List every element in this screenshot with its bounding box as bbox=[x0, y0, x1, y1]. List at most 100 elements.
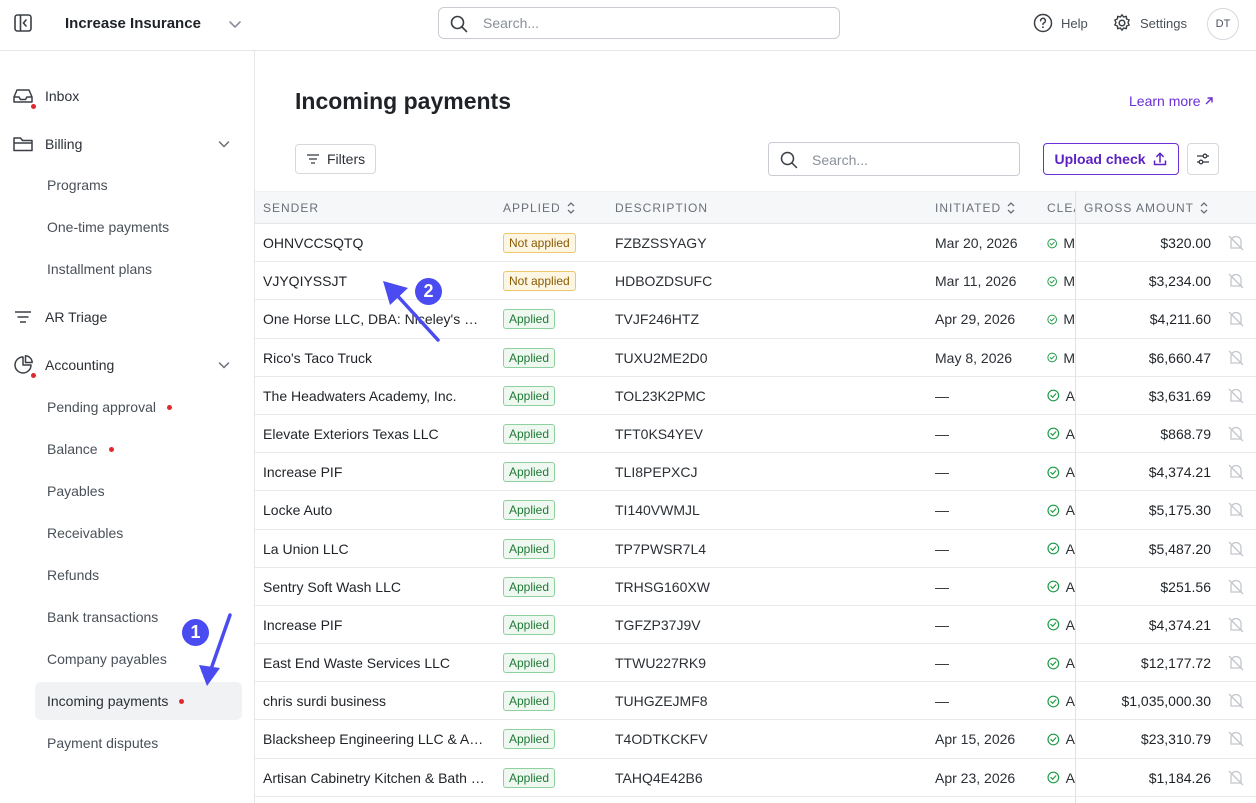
sidebar-item-one-time-payments[interactable]: One-time payments bbox=[35, 208, 242, 246]
search-icon bbox=[780, 151, 798, 169]
status-badge: Applied bbox=[503, 653, 556, 674]
global-search-input[interactable] bbox=[483, 13, 823, 33]
bell-off-icon[interactable] bbox=[1227, 540, 1245, 561]
learn-more-link[interactable]: Learn more bbox=[1129, 93, 1214, 109]
filter-icon bbox=[307, 154, 319, 164]
global-search[interactable] bbox=[438, 7, 840, 39]
check-circle-icon bbox=[1047, 314, 1057, 325]
table-row[interactable]: Artisan Cabinetry Kitchen & Bath LLC Appl… bbox=[255, 759, 1256, 797]
bell-off-icon[interactable] bbox=[1227, 387, 1245, 408]
sidebar-item-ar-triage[interactable]: AR Triage bbox=[12, 305, 107, 329]
table-search-input[interactable] bbox=[812, 150, 1012, 170]
table-row[interactable]: Elevate Exteriors Texas LLC Applied TFT0KS… bbox=[255, 415, 1256, 454]
sidebar-toggle-icon[interactable] bbox=[13, 13, 33, 33]
column-header-applied[interactable]: APPLIED bbox=[503, 201, 577, 215]
help-button[interactable]: Help bbox=[1033, 12, 1088, 34]
bell-off-icon[interactable] bbox=[1227, 349, 1245, 370]
bell-off-icon[interactable] bbox=[1227, 234, 1245, 255]
description-cell: FZBZSSYAGY bbox=[615, 235, 707, 251]
bell-off-icon[interactable] bbox=[1227, 425, 1245, 446]
description-cell: T4ODTKCKFV bbox=[615, 731, 708, 748]
table-row[interactable]: The Headwaters Academy, Inc. Applied TOL23… bbox=[255, 377, 1256, 415]
sidebar-item-refunds[interactable]: Refunds bbox=[35, 556, 242, 594]
sidebar-item-payables[interactable]: Payables bbox=[35, 472, 242, 510]
settings-label: Settings bbox=[1140, 15, 1187, 31]
cleared-cell: A bbox=[1047, 693, 1075, 709]
cleared-text: M bbox=[1063, 349, 1075, 366]
applied-cell: Not applied bbox=[503, 233, 576, 253]
filters-label: Filters bbox=[327, 151, 366, 167]
sender-cell: Artisan Cabinetry Kitchen & Bath LLC bbox=[263, 769, 488, 786]
check-circle-icon bbox=[1047, 771, 1060, 784]
status-badge: Applied bbox=[503, 729, 556, 750]
bell-off-icon[interactable] bbox=[1227, 463, 1245, 484]
column-header-cleared[interactable]: CLEA bbox=[1047, 201, 1075, 215]
column-header-gross-amount[interactable]: GROSS AMOUNT bbox=[1084, 201, 1211, 215]
sender-cell: One Horse LLC, DBA: Niceley's Custom Exh… bbox=[263, 311, 488, 328]
gross-amount-cell: $6,660.47 bbox=[1148, 349, 1211, 366]
cleared-cell: A bbox=[1047, 426, 1075, 442]
applied-cell: Applied bbox=[503, 691, 556, 712]
sidebar-item-label: AR Triage bbox=[45, 309, 108, 325]
table-row[interactable]: La Union LLC Applied TP7PWSR7L4 — A $5,487.20 bbox=[255, 530, 1256, 568]
cleared-text: A bbox=[1065, 731, 1075, 748]
sender-cell: Elevate Exteriors Texas LLC bbox=[263, 425, 439, 442]
column-header-description[interactable]: DESCRIPTION bbox=[615, 201, 708, 215]
status-badge: Applied bbox=[503, 767, 556, 788]
sidebar-item-accounting[interactable]: Accounting bbox=[12, 353, 230, 378]
column-divider bbox=[1075, 191, 1076, 803]
chevron-down-icon bbox=[218, 141, 230, 148]
table-settings-button[interactable] bbox=[1187, 143, 1219, 175]
table-row[interactable]: chris surdi business Applied TUHGZEJMF8 — A $… bbox=[255, 682, 1256, 721]
column-header-initiated[interactable]: INITIATED bbox=[935, 201, 1017, 215]
sidebar-item-label: Inbox bbox=[45, 88, 80, 104]
top-bar: Increase Insurance Help Settings DT bbox=[0, 0, 1256, 51]
table-row[interactable]: Increase PIF Applied TGFZP37J9V — A $4,374.21 bbox=[255, 606, 1256, 645]
sidebar-item-label: Billing bbox=[45, 136, 83, 152]
bell-off-icon[interactable] bbox=[1227, 310, 1245, 331]
cleared-cell: A bbox=[1047, 388, 1075, 404]
settings-button[interactable]: Settings bbox=[1112, 12, 1187, 34]
sidebar-item-inbox[interactable]: Inbox bbox=[12, 84, 79, 109]
chevron-down-icon[interactable] bbox=[227, 16, 243, 32]
sidebar-item-programs[interactable]: Programs bbox=[35, 166, 242, 204]
bell-off-icon[interactable] bbox=[1227, 501, 1245, 522]
bell-off-icon[interactable] bbox=[1227, 692, 1245, 713]
table-row[interactable]: Blacksheep Engineering LLC & Associates A… bbox=[255, 720, 1256, 759]
sidebar-item-balance[interactable]: Balance bbox=[35, 430, 242, 468]
bell-off-icon[interactable] bbox=[1227, 578, 1245, 599]
applied-cell: Applied bbox=[503, 767, 556, 788]
bell-off-icon[interactable] bbox=[1227, 654, 1245, 675]
gear-icon bbox=[1114, 14, 1130, 31]
applied-cell: Applied bbox=[503, 729, 556, 750]
initiated-cell: — bbox=[935, 540, 949, 557]
sidebar-item-installment-plans[interactable]: Installment plans bbox=[35, 250, 242, 288]
column-header-sender[interactable]: SENDER bbox=[263, 201, 319, 215]
table-row[interactable]: Sentry Soft Wash LLC Applied TRHSG160XW — A $… bbox=[255, 568, 1256, 606]
sidebar-item-billing[interactable]: Billing bbox=[12, 132, 230, 156]
avatar[interactable]: DT bbox=[1207, 8, 1239, 40]
bell-off-icon[interactable] bbox=[1227, 730, 1245, 751]
table-row[interactable]: Locke Auto Applied TI140VWMJL — A $5,175.30 bbox=[255, 491, 1256, 530]
bell-off-icon[interactable] bbox=[1227, 272, 1245, 293]
table-row[interactable]: Increase PIF Applied TLI8PEPXCJ — A $4,374.21 bbox=[255, 453, 1256, 492]
annotation-badge-2: 2 bbox=[415, 278, 442, 305]
bell-off-icon[interactable] bbox=[1227, 769, 1245, 790]
table-row[interactable]: OHNVCCSQTQ Not applied FZBZSSYAGY Mar 20, 2… bbox=[255, 224, 1256, 263]
applied-cell: Not applied bbox=[503, 271, 576, 292]
status-badge: Applied bbox=[503, 538, 556, 559]
sidebar-item-pending-approval[interactable]: Pending approval bbox=[35, 388, 242, 426]
bell-off-icon[interactable] bbox=[1227, 616, 1245, 637]
cleared-cell: A bbox=[1047, 655, 1075, 671]
gross-amount-cell: $251.56 bbox=[1160, 578, 1211, 595]
filters-button[interactable]: Filters bbox=[295, 144, 376, 174]
status-badge: Applied bbox=[503, 309, 556, 330]
sidebar-item-payment-disputes[interactable]: Payment disputes bbox=[35, 724, 242, 762]
upload-check-button[interactable]: Upload check bbox=[1043, 143, 1179, 175]
table-search[interactable] bbox=[768, 142, 1020, 176]
learn-more-label: Learn more bbox=[1129, 93, 1201, 109]
cleared-text: A bbox=[1065, 693, 1075, 710]
org-name[interactable]: Increase Insurance bbox=[65, 15, 201, 32]
table-row[interactable]: East End Waste Services LLC Applied TTWU22… bbox=[255, 644, 1256, 683]
sidebar-item-receivables[interactable]: Receivables bbox=[35, 514, 242, 552]
